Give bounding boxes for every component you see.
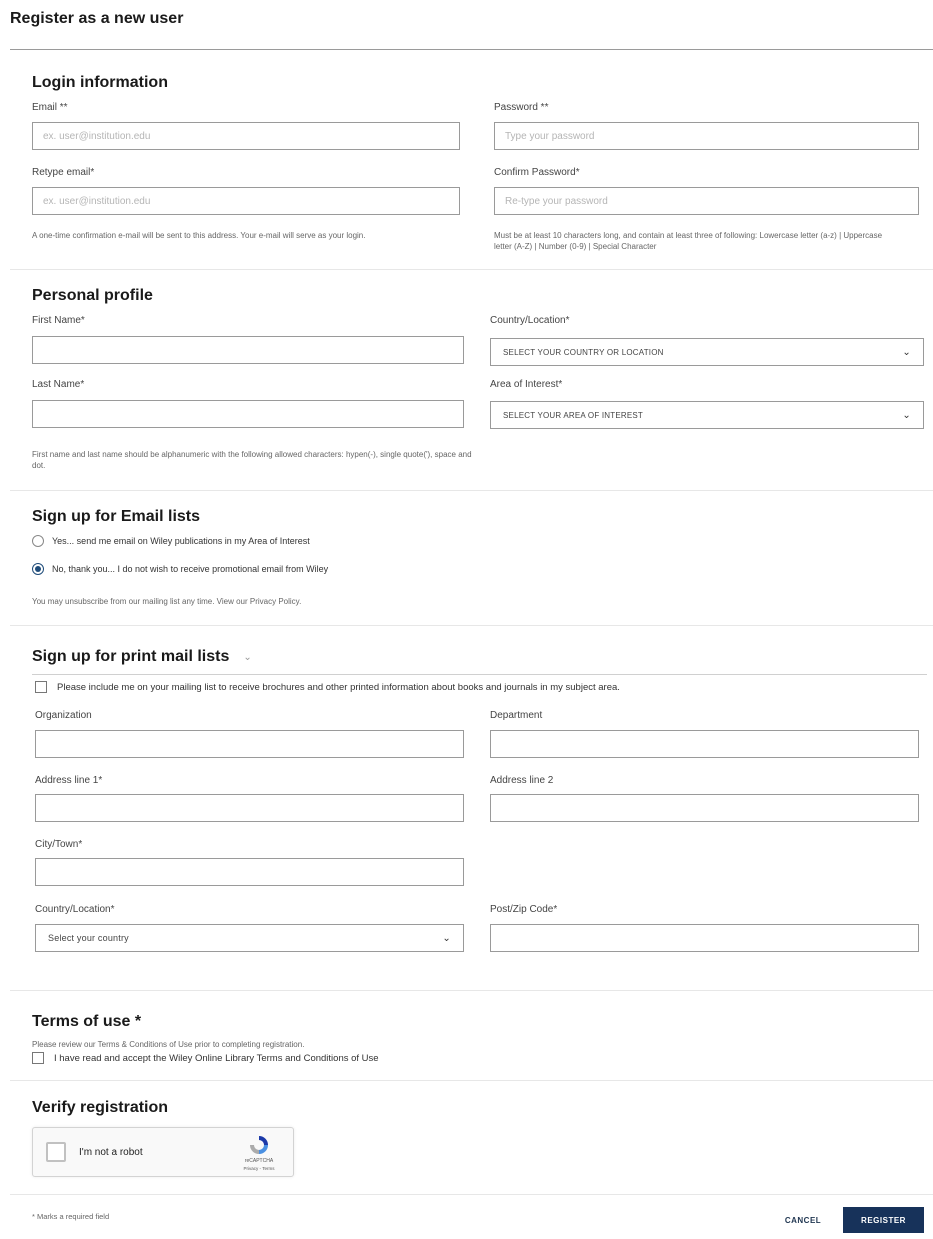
- required-field-note: * Marks a required field: [32, 1212, 110, 1221]
- organization-input[interactable]: [35, 730, 464, 758]
- address1-label: Address line 1*: [35, 775, 103, 786]
- profile-section-title: Personal profile: [32, 287, 153, 304]
- radio-yes[interactable]: [32, 535, 44, 547]
- name-help-text: First name and last name should be alpha…: [32, 450, 472, 470]
- recaptcha-widget: I'm not a robot reCAPTCHA Privacy - Term…: [32, 1127, 294, 1177]
- print-lists-rule: [32, 674, 927, 675]
- recaptcha-label: I'm not a robot: [79, 1147, 143, 1158]
- organization-label: Organization: [35, 710, 92, 721]
- email-option-yes-label: Yes... send me email on Wiley publicatio…: [52, 536, 310, 546]
- chevron-down-icon: ⌄: [902, 409, 911, 421]
- chevron-down-icon: ⌄: [902, 346, 911, 358]
- confirm-password-input[interactable]: Re-type your password: [494, 187, 919, 215]
- confirm-password-label: Confirm Password*: [494, 167, 580, 178]
- terms-checkbox-label: I have read and accept the Wiley Online …: [54, 1052, 379, 1064]
- print-lists-checkbox-label: Please include me on your mailing list t…: [57, 681, 620, 693]
- profile-country-value: SELECT YOUR COUNTRY OR LOCATION: [503, 347, 664, 357]
- last-name-input[interactable]: [32, 400, 464, 428]
- interest-select[interactable]: SELECT YOUR AREA OF INTEREST ⌄: [490, 401, 924, 429]
- print-lists-checkbox[interactable]: [35, 681, 47, 693]
- email-label: Email **: [32, 102, 68, 113]
- recaptcha-links[interactable]: Privacy - Terms: [237, 1166, 281, 1171]
- login-section-title: Login information: [32, 74, 168, 91]
- interest-label: Area of Interest*: [490, 379, 563, 390]
- register-button[interactable]: REGISTER: [843, 1207, 924, 1233]
- address1-input[interactable]: [35, 794, 464, 822]
- header-divider: [10, 49, 933, 50]
- print-country-value: Select your country: [48, 933, 129, 943]
- section-divider: [10, 1080, 933, 1081]
- terms-note: Please review our Terms & Conditions of …: [32, 1040, 305, 1049]
- terms-checkbox[interactable]: [32, 1052, 44, 1064]
- print-lists-title: Sign up for print mail lists: [32, 648, 230, 665]
- chevron-down-icon: ⌄: [442, 932, 451, 944]
- department-input[interactable]: [490, 730, 919, 758]
- city-input[interactable]: [35, 858, 464, 886]
- password-placeholder: Type your password: [505, 130, 595, 142]
- terms-accept[interactable]: I have read and accept the Wiley Online …: [32, 1052, 379, 1064]
- email-lists-title: Sign up for Email lists: [32, 508, 201, 525]
- recaptcha-checkbox[interactable]: [46, 1142, 66, 1162]
- email-input[interactable]: ex. user@institution.edu: [32, 122, 460, 150]
- verify-title: Verify registration: [32, 1099, 169, 1116]
- recaptcha-logo-icon: [250, 1136, 268, 1154]
- section-divider: [10, 490, 933, 491]
- address2-input[interactable]: [490, 794, 919, 822]
- radio-no[interactable]: [32, 563, 44, 575]
- section-divider: [10, 990, 933, 991]
- interest-value: SELECT YOUR AREA OF INTEREST: [503, 410, 644, 420]
- profile-country-select[interactable]: SELECT YOUR COUNTRY OR LOCATION ⌄: [490, 338, 924, 366]
- terms-title: Terms of use *: [32, 1013, 142, 1030]
- department-label: Department: [490, 710, 543, 721]
- postcode-label: Post/Zip Code*: [490, 904, 558, 915]
- section-divider: [10, 269, 933, 270]
- recaptcha-brand: reCAPTCHA: [244, 1158, 274, 1164]
- print-country-select[interactable]: Select your country ⌄: [35, 924, 464, 952]
- email-option-no-label: No, thank you... I do not wish to receiv…: [52, 564, 329, 574]
- password-label: Password **: [494, 102, 549, 113]
- password-help-text: Must be at least 10 characters long, and…: [494, 231, 883, 251]
- city-label: City/Town*: [35, 839, 83, 850]
- retype-email-placeholder: ex. user@institution.edu: [43, 195, 151, 207]
- email-help-text: A one-time confirmation e-mail will be s…: [32, 231, 366, 240]
- section-divider: [10, 1194, 933, 1195]
- first-name-input[interactable]: [32, 336, 464, 364]
- first-name-label: First Name*: [32, 315, 85, 326]
- confirm-password-placeholder: Re-type your password: [505, 195, 608, 207]
- email-option-no[interactable]: No, thank you... I do not wish to receiv…: [32, 563, 328, 575]
- page-title: Register as a new user: [10, 10, 184, 27]
- last-name-label: Last Name*: [32, 379, 85, 390]
- retype-email-label: Retype email*: [32, 167, 95, 178]
- retype-email-input[interactable]: ex. user@institution.edu: [32, 187, 460, 215]
- chevron-down-icon: ⌄: [243, 651, 252, 663]
- email-option-yes[interactable]: Yes... send me email on Wiley publicatio…: [32, 535, 310, 547]
- section-divider: [10, 625, 933, 626]
- profile-country-label: Country/Location*: [490, 315, 570, 326]
- print-lists-header[interactable]: Sign up for print mail lists ⌄: [32, 648, 252, 666]
- password-input[interactable]: Type your password: [494, 122, 919, 150]
- print-country-label: Country/Location*: [35, 904, 115, 915]
- cancel-button[interactable]: CANCEL: [778, 1212, 828, 1228]
- email-lists-note: You may unsubscribe from our mailing lis…: [32, 597, 302, 606]
- address2-label: Address line 2: [490, 775, 554, 786]
- print-lists-opt-in[interactable]: Please include me on your mailing list t…: [35, 681, 620, 693]
- email-placeholder: ex. user@institution.edu: [43, 130, 151, 142]
- postcode-input[interactable]: [490, 924, 919, 952]
